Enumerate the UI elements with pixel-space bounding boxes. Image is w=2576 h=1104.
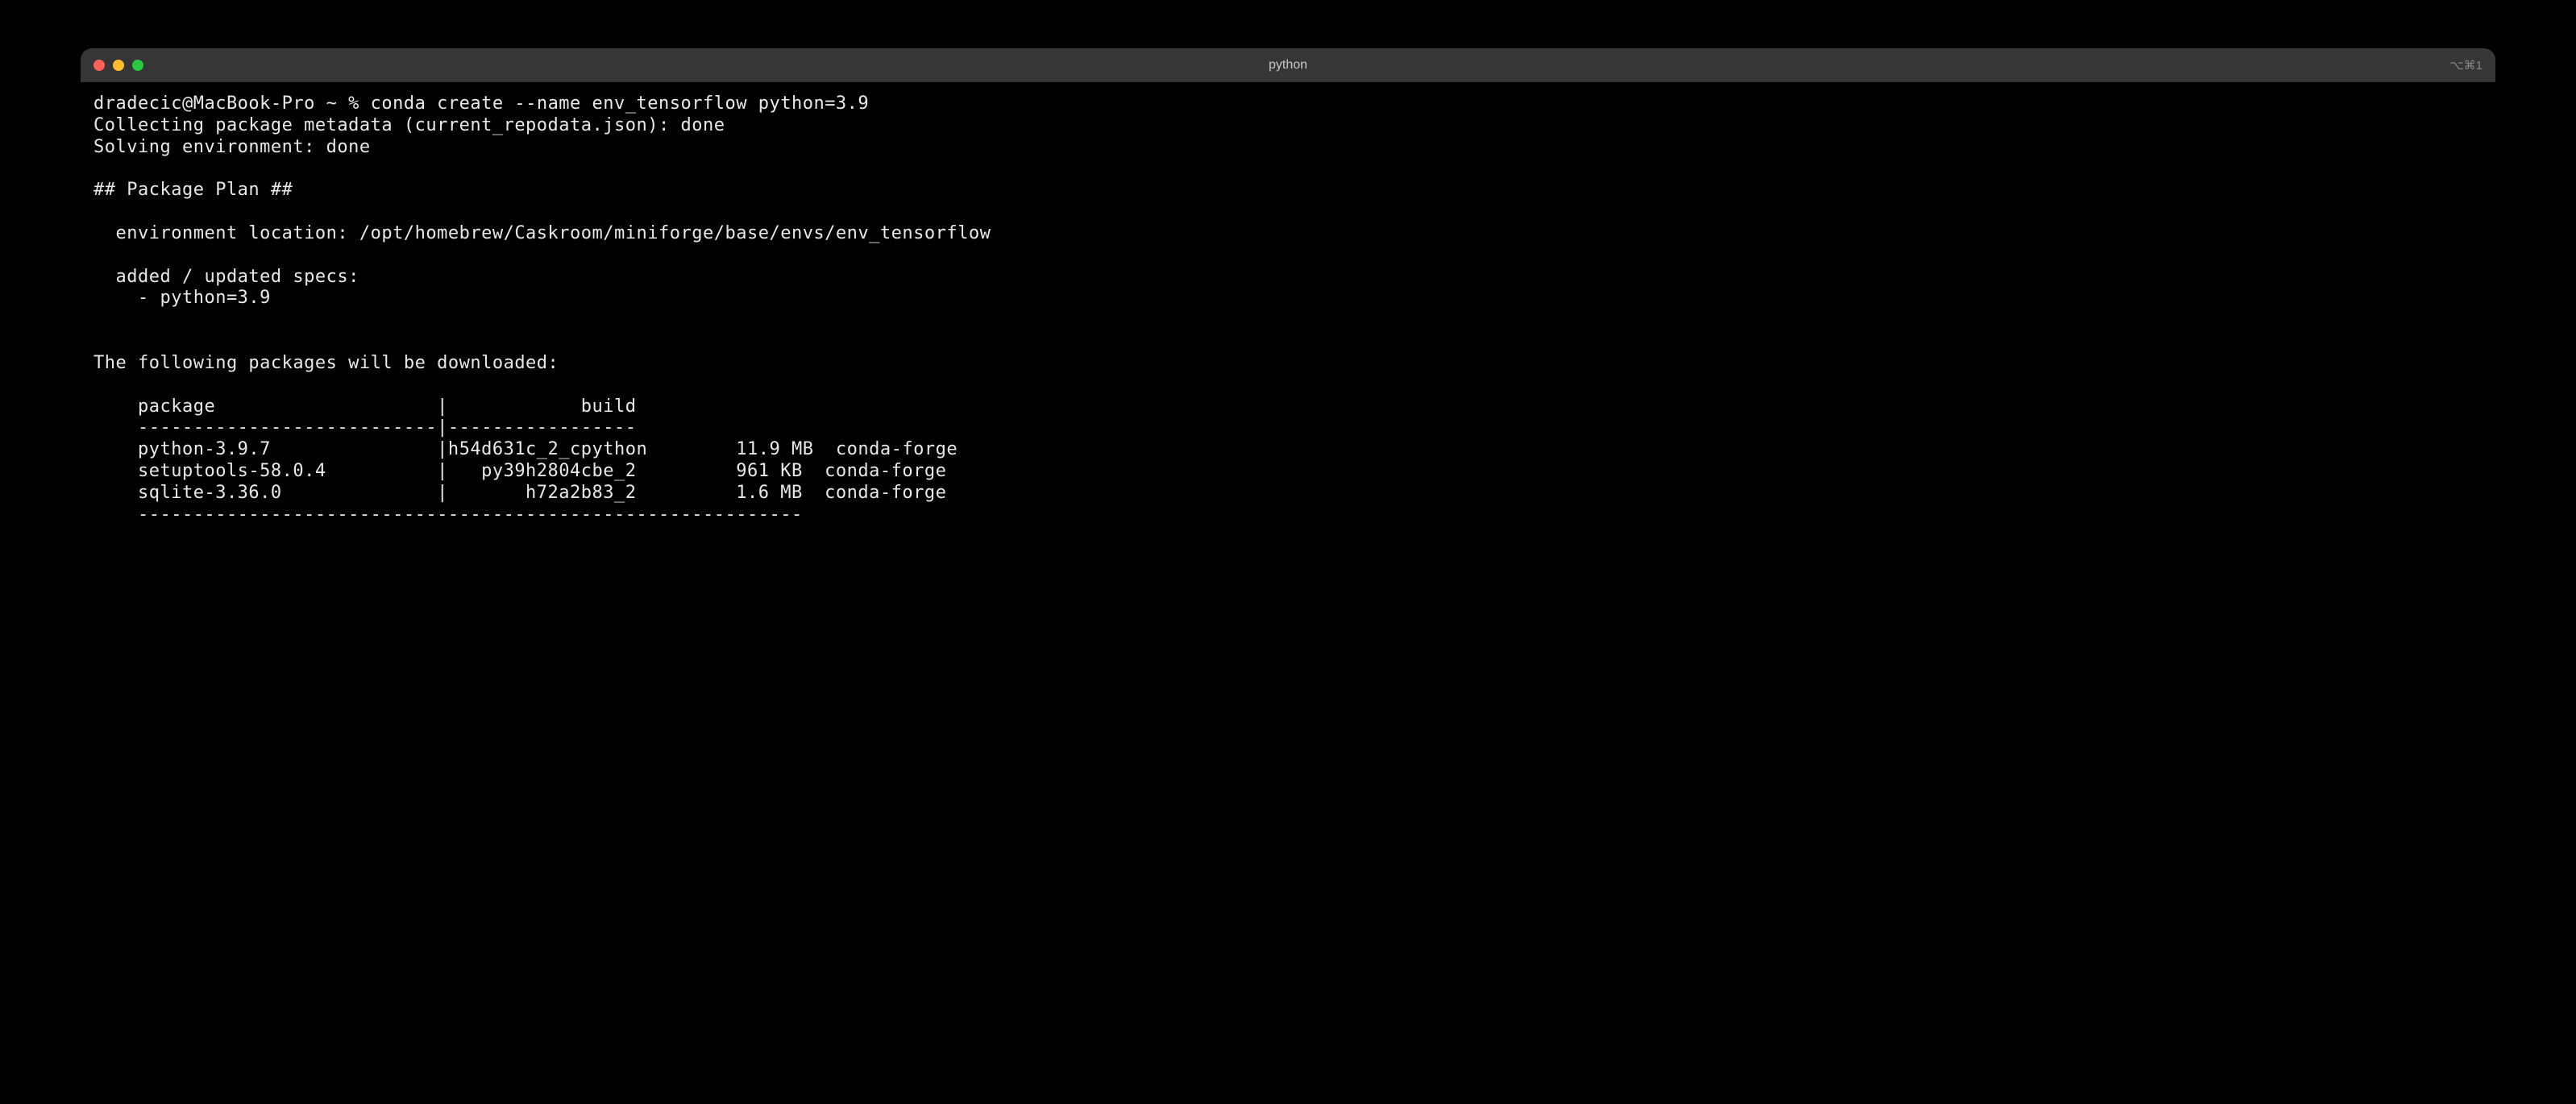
output-line: added / updated specs: <box>93 267 359 287</box>
maximize-icon[interactable] <box>132 60 143 71</box>
table-row: python-3.9.7 |h54d631c_2_cpython 11.9 MB… <box>93 439 958 459</box>
output-line: Collecting package metadata (current_rep… <box>93 115 725 135</box>
table-separator: ---------------------------|------------… <box>93 417 637 438</box>
command-text: conda create --name env_tensorflow pytho… <box>371 93 870 114</box>
terminal-window: python ⌥⌘1 dradecic@MacBook-Pro ~ % cond… <box>81 48 2495 936</box>
output-line: - python=3.9 <box>93 288 271 308</box>
output-line: ## Package Plan ## <box>93 180 293 200</box>
minimize-icon[interactable] <box>113 60 124 71</box>
table-row: sqlite-3.36.0 | h72a2b83_2 1.6 MB conda-… <box>93 483 946 503</box>
window-shortcut-label: ⌥⌘1 <box>2449 58 2483 73</box>
terminal-body[interactable]: dradecic@MacBook-Pro ~ % conda create --… <box>81 82 2495 936</box>
traffic-lights <box>93 60 143 71</box>
window-title: python <box>1269 58 1307 73</box>
output-line: environment location: /opt/homebrew/Cask… <box>93 223 991 243</box>
table-footer: ----------------------------------------… <box>93 504 803 525</box>
prompt: dradecic@MacBook-Pro ~ % <box>93 93 359 114</box>
table-header: package | build <box>93 396 637 417</box>
output-line: The following packages will be downloade… <box>93 353 559 373</box>
table-row: setuptools-58.0.4 | py39h2804cbe_2 961 K… <box>93 461 946 481</box>
close-icon[interactable] <box>93 60 105 71</box>
output-line: Solving environment: done <box>93 137 371 157</box>
titlebar[interactable]: python ⌥⌘1 <box>81 48 2495 82</box>
